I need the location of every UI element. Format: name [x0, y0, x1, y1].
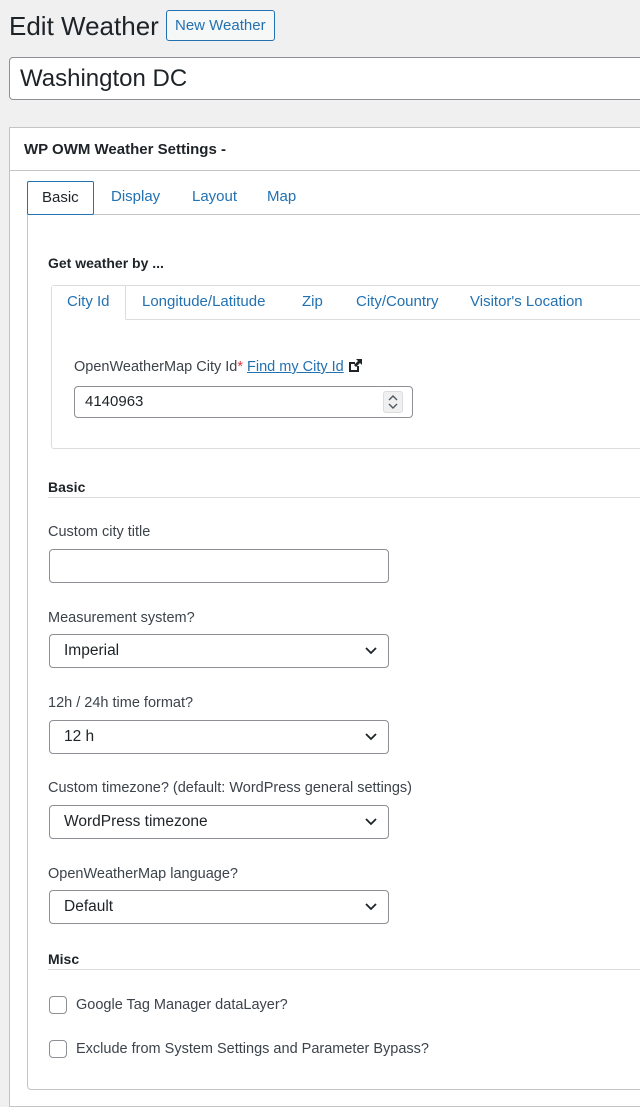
custom-title-label: Custom city title: [48, 524, 151, 540]
tab-display[interactable]: Display: [97, 181, 174, 215]
panel-title: WP OWM Weather Settings -: [24, 141, 226, 158]
chevron-down-icon: [365, 903, 377, 911]
measurement-value: Imperial: [64, 642, 120, 659]
panel-header: WP OWM Weather Settings -: [10, 128, 640, 171]
language-select[interactable]: Default: [49, 890, 389, 924]
time-format-value: 12 h: [64, 728, 95, 745]
basic-divider: [48, 497, 640, 498]
gtm-checkbox[interactable]: [49, 996, 67, 1014]
chevron-down-icon: [365, 647, 377, 655]
city-id-label-text: OpenWeatherMap City Id: [74, 359, 238, 375]
number-spinner[interactable]: [383, 391, 403, 413]
spinner-arrows-icon: [388, 395, 398, 409]
language-value: Default: [64, 898, 114, 915]
required-mark: *: [237, 359, 243, 375]
get-weather-heading: Get weather by ...: [48, 255, 164, 271]
subtab-city-country[interactable]: City/Country: [341, 286, 454, 320]
external-link-icon[interactable]: [347, 358, 363, 378]
tab-map[interactable]: Map: [253, 181, 310, 215]
subtab-city-id[interactable]: City Id: [52, 286, 126, 320]
timezone-label: Custom timezone? (default: WordPress gen…: [48, 780, 413, 796]
chevron-down-icon: [365, 818, 377, 826]
city-id-input[interactable]: 4140963: [74, 386, 413, 418]
custom-title-input[interactable]: [49, 549, 389, 583]
time-format-label: 12h / 24h time format?: [48, 695, 194, 711]
timezone-value: WordPress timezone: [64, 813, 208, 830]
settings-panel: WP OWM Weather Settings - Basic Display …: [9, 127, 640, 1107]
subtab-zip[interactable]: Zip: [287, 286, 338, 320]
misc-heading: Misc: [48, 951, 80, 967]
gtm-label: Google Tag Manager dataLayer?: [76, 997, 288, 1013]
language-label: OpenWeatherMap language?: [48, 866, 238, 882]
city-id-value: 4140963: [85, 393, 144, 410]
measurement-label: Measurement system?: [48, 610, 195, 626]
tab-basic[interactable]: Basic: [27, 181, 94, 215]
timezone-select[interactable]: WordPress timezone: [49, 805, 389, 839]
page-title: Edit Weather: [9, 11, 159, 41]
new-weather-button[interactable]: New Weather: [166, 10, 275, 41]
city-id-label: OpenWeatherMap City Id* Find my City Id: [74, 358, 363, 378]
misc-divider: [48, 969, 640, 970]
post-title-input[interactable]: [9, 57, 640, 100]
time-format-select[interactable]: 12 h: [49, 720, 389, 754]
measurement-select[interactable]: Imperial: [49, 634, 389, 668]
exclude-checkbox[interactable]: [49, 1040, 67, 1058]
chevron-down-icon: [365, 733, 377, 741]
subtab-longitude-latitude[interactable]: Longitude/Latitude: [127, 286, 280, 320]
subtab-visitors-location[interactable]: Visitor's Location: [455, 286, 598, 320]
find-city-id-link[interactable]: Find my City Id: [247, 359, 344, 375]
basic-heading: Basic: [48, 479, 86, 495]
exclude-label: Exclude from System Settings and Paramet…: [76, 1041, 429, 1057]
tab-layout[interactable]: Layout: [178, 181, 251, 215]
